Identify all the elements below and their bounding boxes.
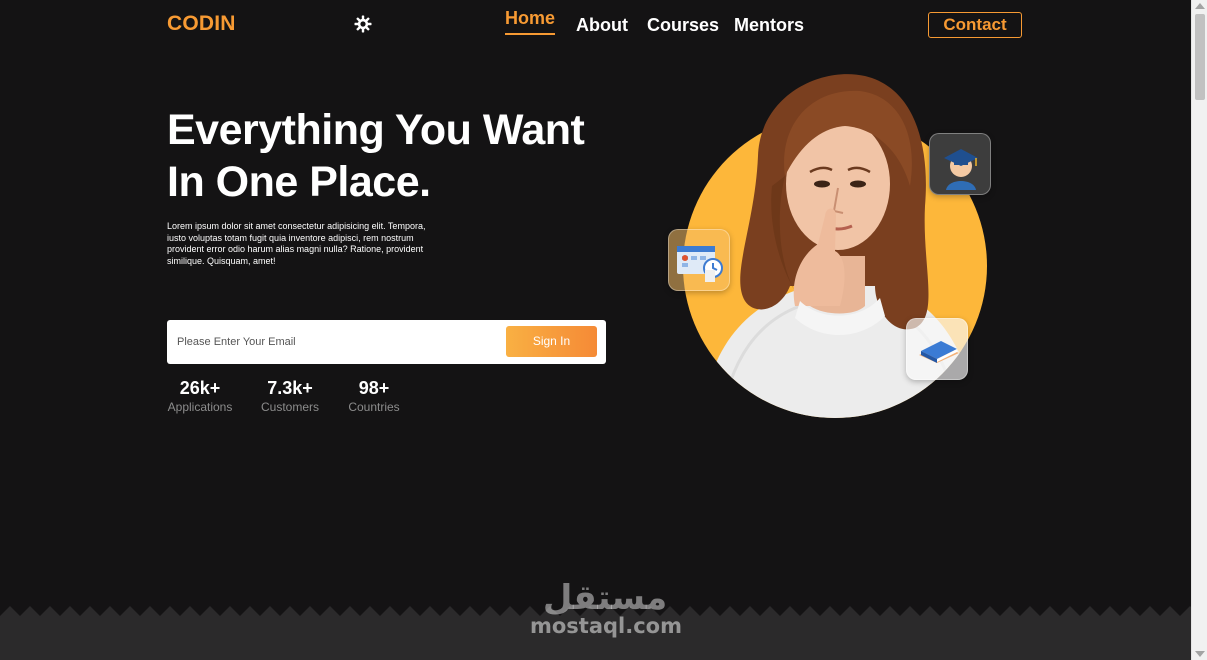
book-icon: [919, 341, 959, 363]
hero-title: Everything You Want In One Place.: [167, 104, 607, 208]
scroll-down-icon[interactable]: [1195, 651, 1205, 657]
nav-home[interactable]: Home: [505, 8, 556, 35]
watermark: مستقل mostaql.com: [530, 578, 682, 638]
logo[interactable]: CODIN: [167, 12, 236, 36]
hero-title-line1: Everything You Want: [167, 106, 585, 154]
watermark-latin: mostaql.com: [530, 614, 682, 638]
graduate-icon: [944, 149, 978, 190]
calendar-icon: [677, 246, 723, 282]
stat-customers: 7.3k+ Customers: [261, 377, 319, 415]
nav-courses[interactable]: Courses: [647, 15, 719, 36]
email-signup-form: Sign In: [167, 320, 606, 364]
stat-label: Countries: [348, 400, 400, 414]
graduate-badge: [929, 133, 991, 195]
sign-in-button[interactable]: Sign In: [506, 326, 597, 357]
book-badge: [906, 318, 968, 380]
hero-description: Lorem ipsum dolor sit amet consectetur a…: [167, 221, 426, 266]
scroll-up-icon[interactable]: [1195, 3, 1205, 9]
watermark-arabic: مستقل: [542, 578, 668, 618]
stat-label: Applications: [167, 400, 233, 414]
hero-title-line2: In One Place.: [167, 158, 431, 206]
gear-icon[interactable]: [354, 15, 372, 33]
scrollbar-thumb[interactable]: [1195, 14, 1205, 100]
calendar-badge: [668, 229, 730, 291]
hero-illustration: [660, 66, 1010, 426]
contact-button[interactable]: Contact: [928, 12, 1022, 38]
stat-value: 98+: [358, 378, 390, 398]
page: CODIN Home About Courses Mentors Contact…: [0, 0, 1207, 660]
stat-label: Customers: [261, 400, 320, 414]
nav-about[interactable]: About: [576, 15, 628, 36]
email-input[interactable]: [177, 328, 497, 356]
scrollbar[interactable]: [1191, 0, 1207, 660]
stat-applications: 26k+ Applications: [167, 377, 233, 415]
nav-mentors[interactable]: Mentors: [734, 15, 804, 36]
stat-value: 26k+: [179, 378, 221, 398]
stat-countries: 98+ Countries: [348, 377, 400, 415]
stat-value: 7.3k+: [267, 378, 313, 398]
